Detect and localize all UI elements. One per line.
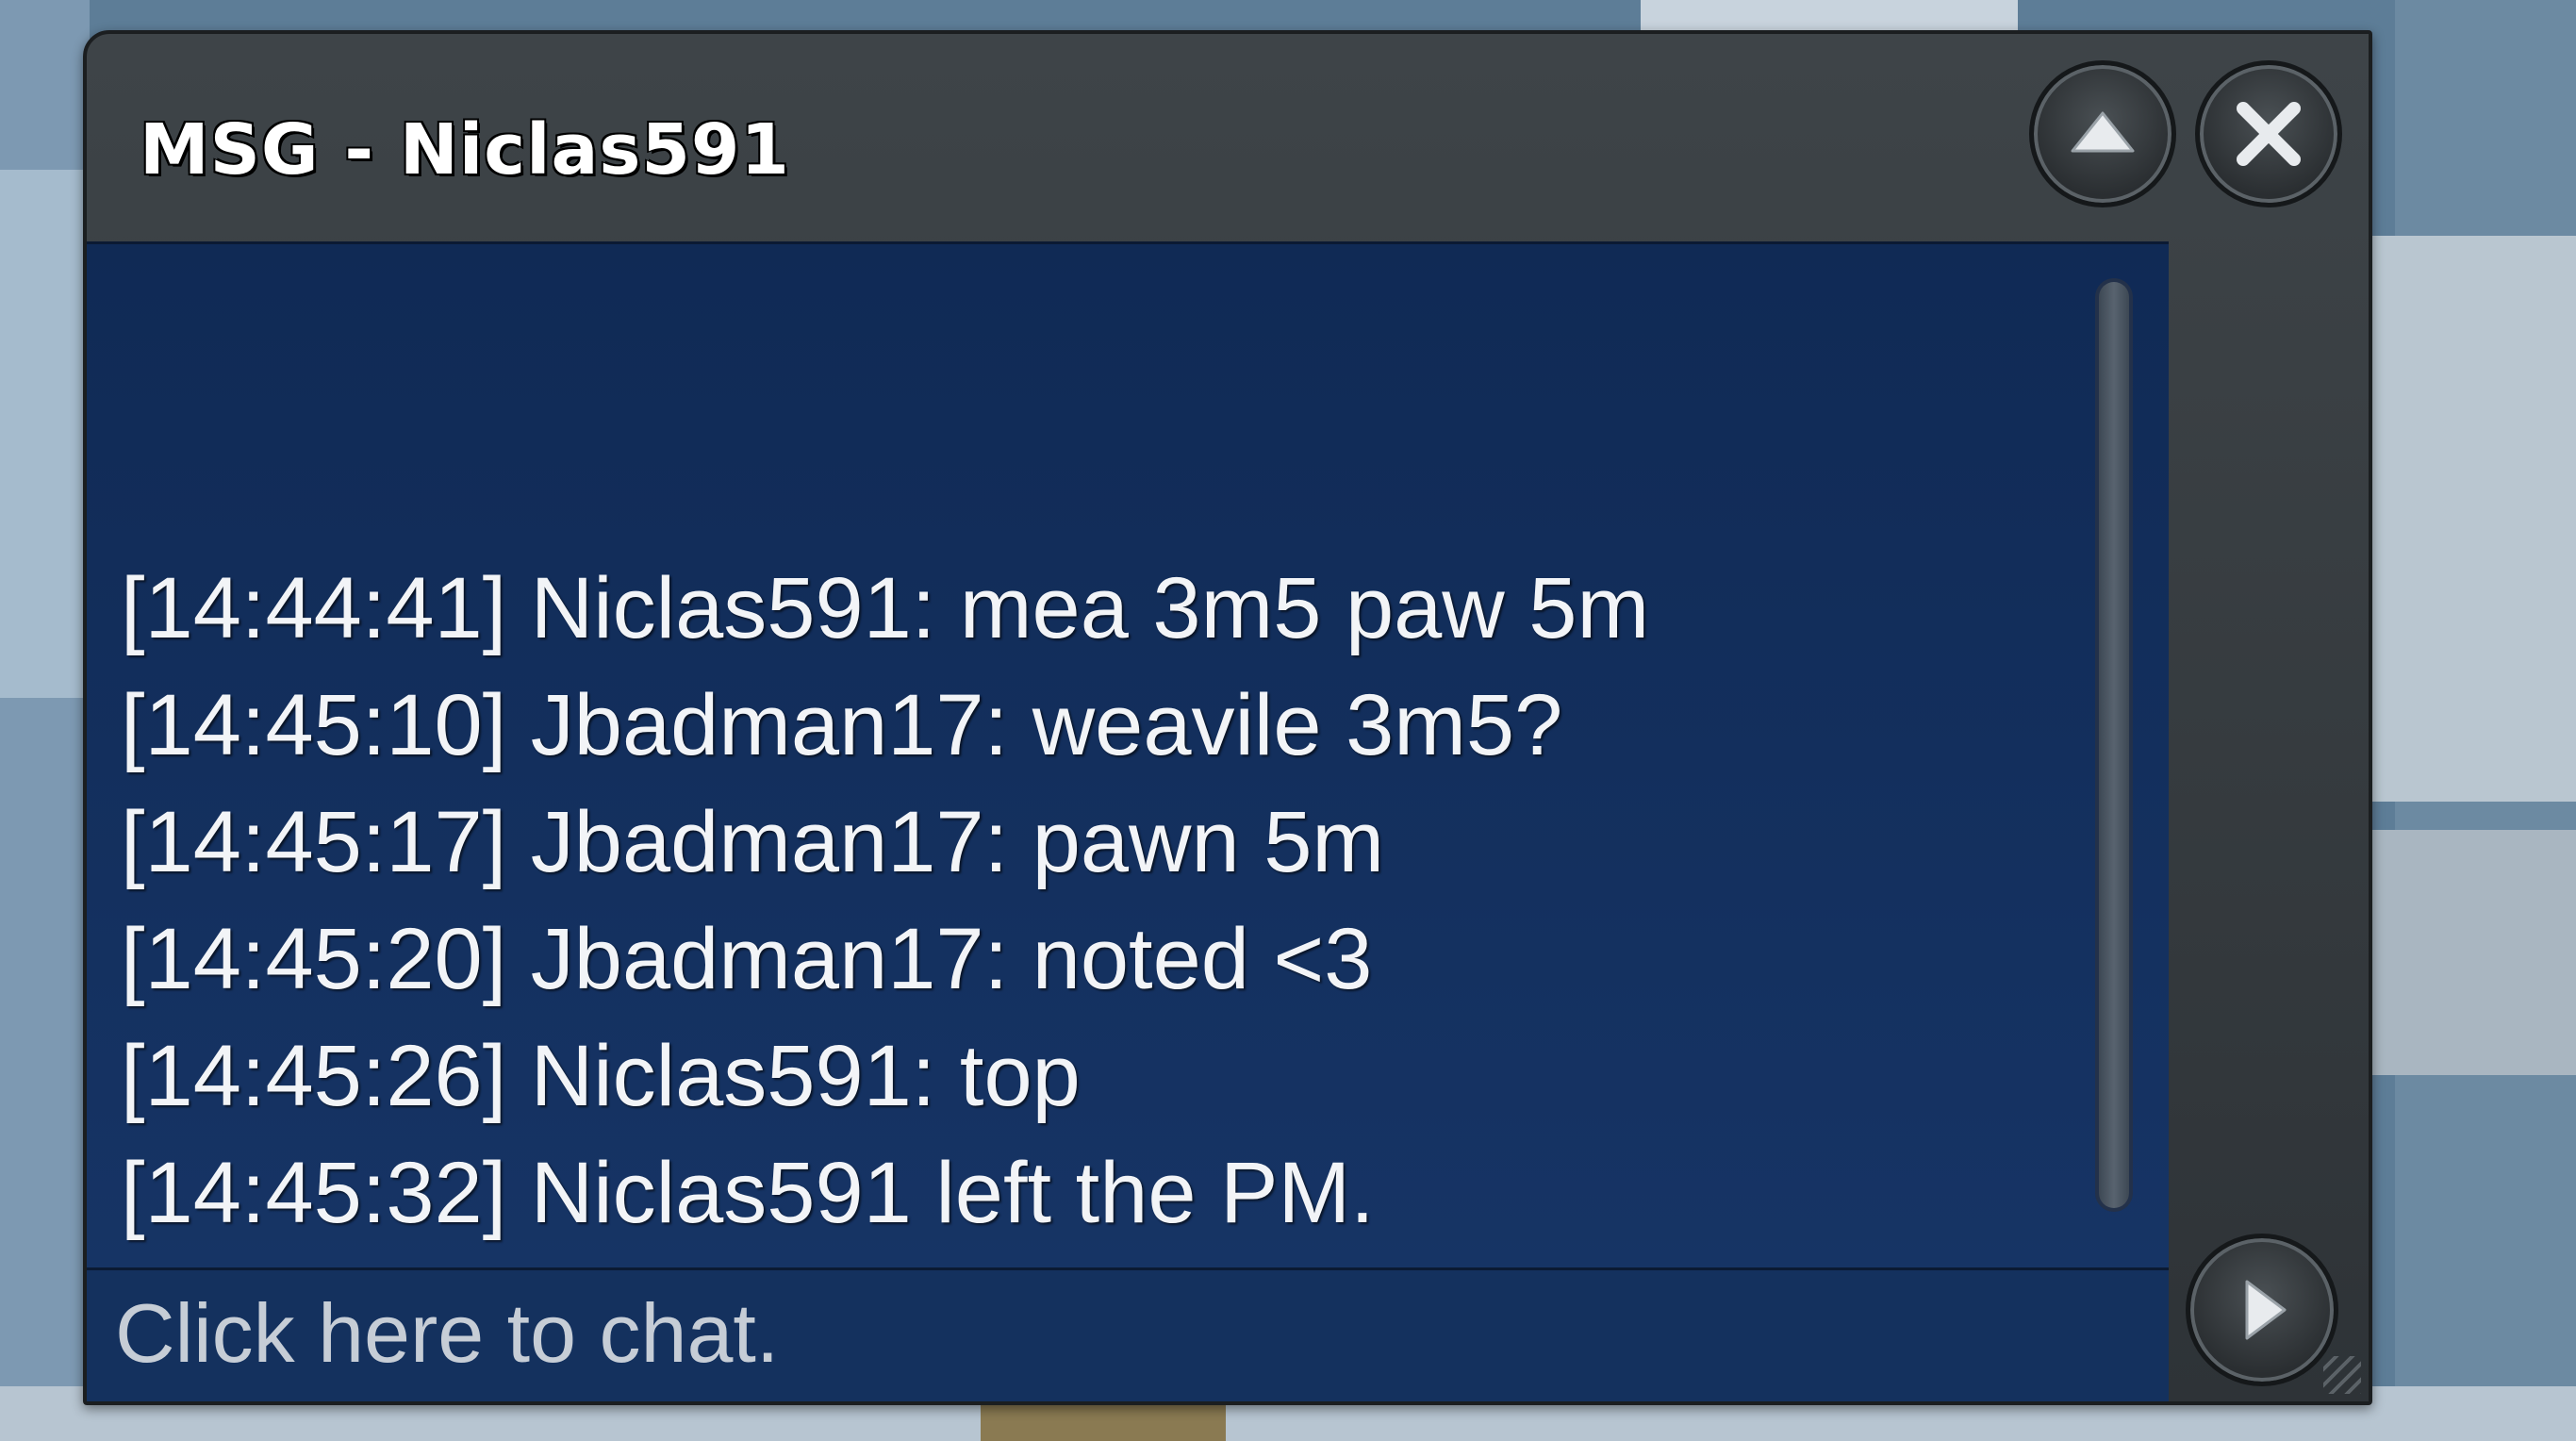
send-arrow-icon bbox=[2245, 1280, 2287, 1340]
close-button[interactable] bbox=[2195, 60, 2342, 207]
chat-message: [14:45:32] Niclas591 left the PM. bbox=[121, 1145, 1375, 1241]
chat-message: [14:45:17] Jbadman17: pawn 5m bbox=[121, 794, 1385, 890]
chat-message: [14:45:26] Niclas591: top bbox=[121, 1028, 1081, 1124]
close-icon bbox=[2237, 102, 2301, 166]
scrollbar-track[interactable] bbox=[2095, 278, 2133, 1212]
private-message-window[interactable]: MSG - Niclas591 [14:44:41] Niclas591: me… bbox=[83, 30, 2372, 1405]
message-list: [14:44:41] Niclas591: mea 3m5 paw 5m [14… bbox=[121, 550, 2101, 1251]
chat-message: [14:44:41] Niclas591: mea 3m5 paw 5m bbox=[121, 560, 1650, 656]
chat-message: [14:45:20] Jbadman17: noted <3 bbox=[121, 911, 1373, 1007]
scrollbar-thumb[interactable] bbox=[2099, 282, 2129, 1208]
map-tile bbox=[2348, 830, 2576, 1075]
window-title: MSG - Niclas591 bbox=[140, 109, 790, 190]
chat-message: [14:45:10] Jbadman17: weavile 3m5? bbox=[121, 677, 1563, 773]
map-tile bbox=[0, 170, 90, 698]
chevron-up-icon bbox=[2071, 111, 2135, 153]
map-tile bbox=[1641, 0, 2018, 32]
chat-input[interactable]: Click here to chat. bbox=[87, 1267, 2169, 1401]
resize-grip[interactable] bbox=[2323, 1356, 2361, 1394]
message-log[interactable]: [14:44:41] Niclas591: mea 3m5 paw 5m [14… bbox=[87, 241, 2169, 1270]
window-title-bar[interactable]: MSG - Niclas591 bbox=[87, 34, 2369, 241]
minimize-button[interactable] bbox=[2029, 60, 2176, 207]
send-button[interactable] bbox=[2186, 1234, 2338, 1386]
